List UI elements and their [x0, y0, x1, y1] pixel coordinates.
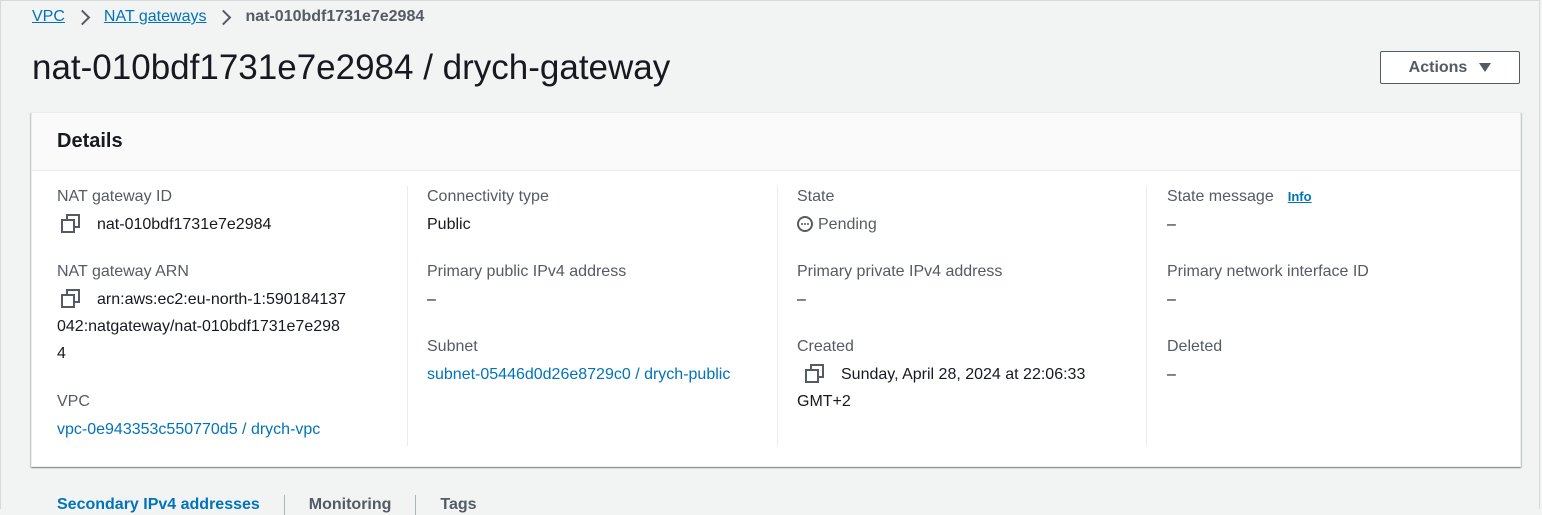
details-columns: NAT gateway ID nat-010bdf1731e7e2984 NAT… — [32, 171, 1520, 466]
column-divider — [407, 186, 408, 446]
breadcrumb-current: nat-010bdf1731e7e2984 — [245, 8, 425, 25]
detail-tabs: Secondary IPv4 addresses Monitoring Tags — [32, 495, 501, 515]
created-field: Created Sunday, April 28, 2024 at 22:06:… — [797, 336, 1127, 415]
primary-public-ipv4-label: Primary public IPv4 address — [427, 263, 627, 280]
details-header: Details — [32, 113, 1520, 171]
details-column-3: State Pending Primary private IPv4 addre… — [797, 186, 1147, 446]
details-column-4: State message Info – Primary network inte… — [1167, 186, 1507, 446]
chevron-right-icon — [74, 9, 91, 25]
primary-network-interface-id-value: – — [1167, 291, 1176, 308]
copy-icon[interactable] — [61, 289, 80, 308]
tab-monitoring[interactable]: Monitoring — [283, 495, 416, 515]
nat-gateway-arn-field: NAT gateway ARN arn:aws:ec2:eu-north-1:5… — [57, 261, 387, 367]
nat-gateway-id-label: NAT gateway ID — [57, 188, 173, 205]
primary-private-ipv4-field: Primary private IPv4 address – — [797, 261, 1127, 313]
chevron-right-icon — [216, 9, 232, 25]
nat-gateway-id-value: nat-010bdf1731e7e2984 — [97, 216, 272, 233]
breadcrumb-vpc[interactable]: VPC — [32, 8, 65, 26]
nat-gateway-arn-row: arn:aws:ec2:eu-north-1:590184137042:natg… — [57, 286, 347, 367]
created-value: Sunday, April 28, 2024 at 22:06:33 GMT+2 — [797, 366, 1086, 410]
deleted-label: Deleted — [1167, 338, 1223, 355]
deleted-value: – — [1167, 366, 1176, 383]
actions-button-label: Actions — [1408, 58, 1468, 76]
breadcrumb: VPC NAT gateways nat-010bdf1731e7e2984 — [32, 6, 424, 28]
tab-tags[interactable]: Tags — [415, 495, 500, 515]
details-column-2: Connectivity type Public Primary public … — [427, 186, 777, 446]
state-label: State — [797, 188, 835, 205]
details-column-1: NAT gateway ID nat-010bdf1731e7e2984 NAT… — [57, 186, 407, 446]
state-value: Pending — [818, 216, 877, 233]
vpc-link[interactable]: vpc-0e943353c550770d5 / drych-vpc — [57, 416, 387, 443]
nat-gateway-id-field: NAT gateway ID nat-010bdf1731e7e2984 — [57, 186, 387, 238]
state-field: State Pending — [797, 186, 1127, 238]
created-row: Sunday, April 28, 2024 at 22:06:33 GMT+2 — [797, 361, 1122, 415]
copy-icon[interactable] — [61, 214, 80, 233]
actions-button[interactable]: Actions — [1380, 51, 1520, 84]
created-label: Created — [797, 338, 854, 355]
subnet-link[interactable]: subnet-05446d0d26e8729c0 / drych-public — [427, 361, 737, 388]
nat-gateway-arn-label: NAT gateway ARN — [57, 263, 189, 280]
state-message-label-row: State message Info — [1167, 186, 1497, 208]
state-row: Pending — [797, 211, 1127, 238]
state-message-field: State message Info – — [1167, 186, 1497, 238]
primary-network-interface-id-field: Primary network interface ID – — [1167, 261, 1497, 313]
connectivity-type-value: Public — [427, 216, 471, 233]
deleted-field: Deleted – — [1167, 336, 1497, 388]
nat-gateway-arn-value: arn:aws:ec2:eu-north-1:590184137042:natg… — [57, 291, 347, 362]
primary-private-ipv4-value: – — [797, 291, 806, 308]
copy-icon[interactable] — [805, 364, 824, 383]
connectivity-type-label: Connectivity type — [427, 188, 549, 205]
details-heading: Details — [57, 130, 123, 152]
primary-network-interface-id-label: Primary network interface ID — [1167, 263, 1369, 280]
info-link[interactable]: Info — [1288, 189, 1312, 204]
primary-public-ipv4-value: – — [427, 291, 436, 308]
vpc-label: VPC — [57, 393, 90, 410]
column-divider — [777, 186, 778, 446]
subnet-label: Subnet — [427, 338, 478, 355]
caret-down-icon — [1479, 63, 1492, 72]
tab-secondary-ipv4-addresses[interactable]: Secondary IPv4 addresses — [32, 495, 284, 515]
connectivity-type-field: Connectivity type Public — [427, 186, 757, 238]
state-message-value: – — [1167, 216, 1176, 233]
nat-gateway-id-row: nat-010bdf1731e7e2984 — [57, 211, 387, 238]
vpc-field: VPC vpc-0e943353c550770d5 / drych-vpc — [57, 391, 387, 443]
page-title: nat-010bdf1731e7e2984 / drych-gateway — [32, 48, 671, 87]
subnet-field: Subnet subnet-05446d0d26e8729c0 / drych-… — [427, 336, 757, 388]
breadcrumb-nat-gateways[interactable]: NAT gateways — [104, 8, 207, 26]
state-message-label: State message — [1167, 188, 1274, 205]
primary-private-ipv4-label: Primary private IPv4 address — [797, 263, 1003, 280]
primary-public-ipv4-field: Primary public IPv4 address – — [427, 261, 757, 313]
details-panel: Details NAT gateway ID nat-010bdf1731e7e… — [31, 112, 1521, 467]
pending-icon — [797, 216, 813, 232]
